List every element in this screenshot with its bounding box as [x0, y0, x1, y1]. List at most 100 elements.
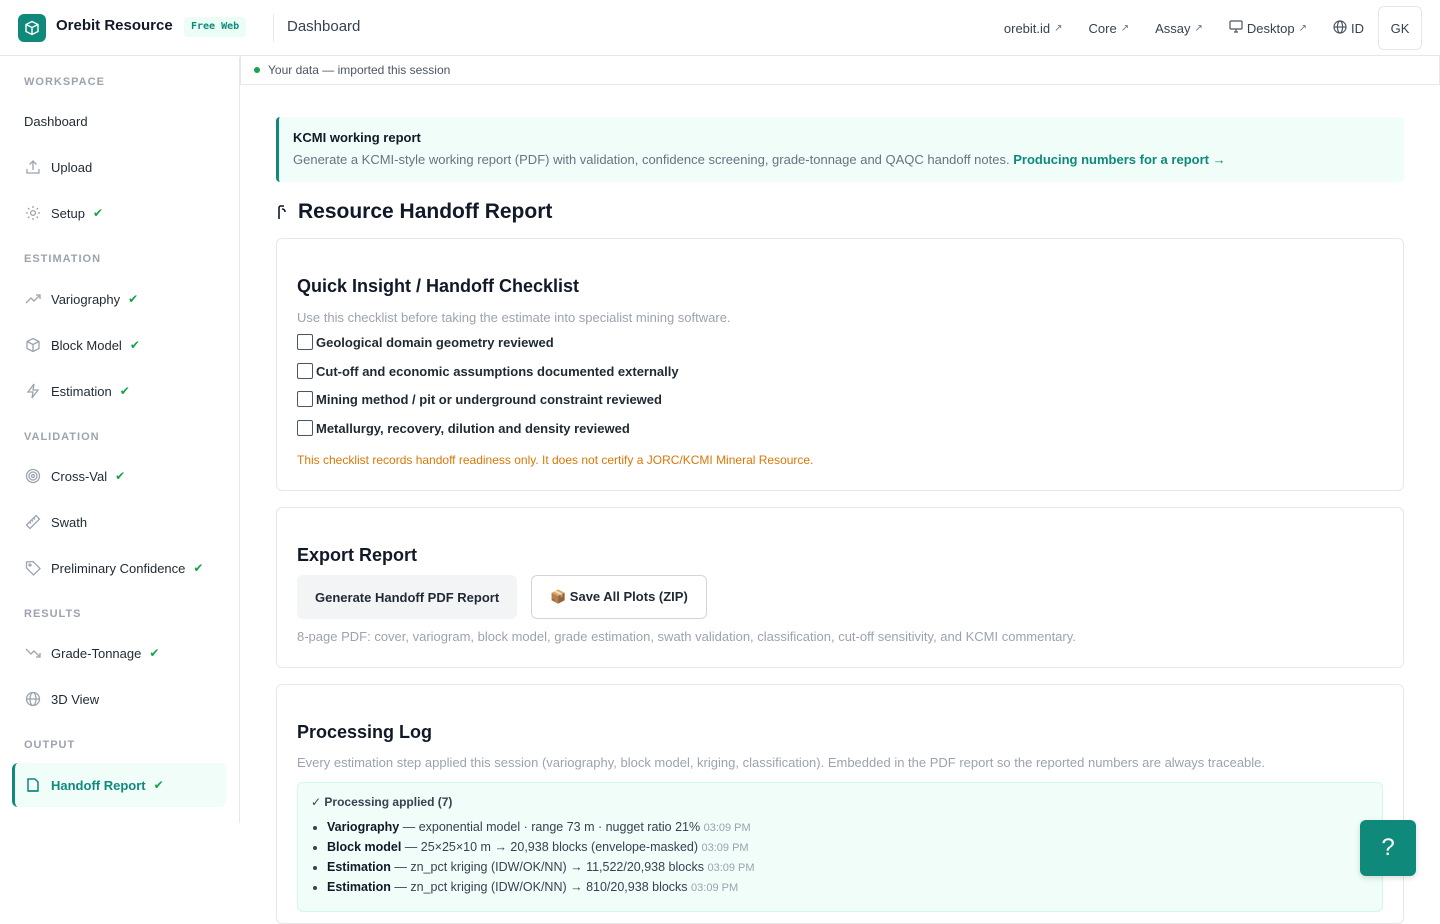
log-detail: — zn_pct kriging (IDW/OK/NN) → 810/20,93… [390, 880, 692, 894]
page-title: Resource Handoff Report [276, 200, 552, 224]
log-entry: Estimation — zn_pct kriging (IDW/OK/NN) … [327, 857, 1369, 877]
processing-log-title: Processing Log [297, 722, 433, 742]
sidebar-item-label: Estimation [51, 383, 112, 399]
sidebar-item-label: Cross-Val [51, 468, 108, 484]
help-button[interactable]: ? [1360, 820, 1416, 876]
top-bar: Orebit Resource Free Web Dashboard orebi… [0, 0, 1440, 56]
checklist-item[interactable]: Metallurgy, recovery, dilution and densi… [297, 420, 630, 436]
language-switch[interactable]: ID [1333, 19, 1364, 37]
link-orebit[interactable]: orebit.id ↗ [1004, 21, 1063, 36]
brand-name[interactable]: Orebit Resource [56, 17, 173, 34]
processing-log-list: Variography — exponential model · range … [311, 817, 1369, 897]
sidebar-item-3d-view[interactable]: 3D View [12, 678, 226, 720]
header-divider [273, 14, 274, 42]
report-title-icon [276, 203, 294, 221]
ruler-icon [24, 513, 42, 531]
sidebar-item-label: Preliminary Confidence [51, 560, 186, 576]
checklist-item-label: Mining method / pit or underground const… [316, 391, 662, 407]
export-card: Export Report Generate Handoff PDF Repor… [276, 507, 1404, 668]
log-time: 03:09 PM [691, 882, 739, 894]
checkbox[interactable] [297, 363, 313, 379]
log-step: Estimation [327, 860, 391, 874]
session-status-bar: Your data — imported this session [240, 56, 1440, 85]
log-detail: — 25×25×10 m → 20,938 blocks (envelope-m… [401, 840, 702, 854]
sidebar-item-preliminary-confidence[interactable]: Preliminary Confidence ✔ [12, 547, 226, 589]
log-detail: — exponential model · range 73 m · nugge… [399, 820, 704, 834]
sidebar-item-grade-tonnage[interactable]: Grade-Tonnage ✔ [12, 632, 226, 674]
log-time: 03:09 PM [701, 842, 749, 854]
link-label: Assay [1155, 20, 1191, 36]
callout-title: KCMI working report [293, 130, 421, 145]
sidebar-item-dashboard[interactable]: Dashboard [12, 100, 226, 142]
sidebar-item-swath[interactable]: Swath [12, 501, 226, 543]
external-link-icon: ↗ [1054, 22, 1063, 34]
globe-icon [1333, 19, 1347, 37]
check-icon: ✔ [129, 338, 140, 352]
checkbox[interactable] [297, 391, 313, 407]
user-avatar[interactable]: GK [1378, 6, 1422, 50]
sidebar-item-block-model[interactable]: Block Model ✔ [12, 324, 226, 366]
sidebar-item-label: Variography [51, 291, 121, 307]
sidebar-item-label: Block Model [51, 337, 122, 353]
sidebar-item-variography[interactable]: Variography ✔ [12, 278, 226, 320]
checklist-item[interactable]: Geological domain geometry reviewed [297, 334, 554, 350]
export-note: 8-page PDF: cover, variogram, block mode… [297, 629, 1076, 644]
info-callout: KCMI working report Generate a KCMI-styl… [276, 117, 1404, 182]
target-icon [24, 467, 42, 485]
external-link-icon: ↗ [1194, 22, 1203, 34]
sidebar-item-setup[interactable]: Setup ✔ [12, 192, 226, 234]
save-plots-zip-button[interactable]: 📦 Save All Plots (ZIP) [531, 575, 707, 619]
export-title: Export Report [297, 545, 418, 565]
sidebar-item-upload[interactable]: Upload [12, 146, 226, 188]
processing-log-subtitle: Every estimation step applied this sessi… [297, 755, 1266, 770]
sidebar-item-cross-val[interactable]: Cross-Val ✔ [12, 455, 226, 497]
gear-icon [24, 204, 42, 222]
page-breadcrumb: Dashboard [287, 18, 361, 35]
section-output: OUTPUT [24, 739, 76, 751]
log-step: Variography [327, 820, 400, 834]
check-icon: ✔ [119, 384, 130, 398]
link-core[interactable]: Core ↗ [1089, 21, 1130, 36]
callout-text: Generate a KCMI-style working report (PD… [293, 152, 1390, 167]
checklist-item[interactable]: Cut-off and economic assumptions documen… [297, 363, 679, 379]
upload-icon [24, 158, 42, 176]
language-label: ID [1351, 20, 1364, 36]
plan-badge: Free Web [184, 17, 247, 37]
link-label: orebit.id [1003, 20, 1051, 36]
cube-logo-icon[interactable] [18, 14, 46, 42]
sidebar-item-label: Setup [51, 205, 85, 221]
checkbox[interactable] [297, 334, 313, 350]
check-icon: ✔ [92, 206, 104, 220]
report-guide-link[interactable]: Producing numbers for a report → [1013, 152, 1225, 167]
check-icon: ✔ [153, 778, 164, 792]
link-label: Desktop [1246, 20, 1295, 36]
check-icon: ✔ [149, 646, 160, 660]
checklist-item[interactable]: Mining method / pit or underground const… [297, 391, 662, 407]
log-detail: — zn_pct kriging (IDW/OK/NN) → 11,522/20… [390, 860, 708, 874]
sidebar-item-handoff-report[interactable]: Handoff Report ✔ [12, 763, 226, 807]
checklist-subtitle: Use this checklist before taking the est… [297, 310, 731, 325]
sidebar-item-label: Upload [51, 159, 93, 175]
lightning-icon [24, 382, 42, 400]
trend-up-icon [24, 290, 42, 308]
status-dot [254, 67, 260, 73]
check-icon: ✔ [193, 561, 204, 575]
link-assay[interactable]: Assay ↗ [1155, 21, 1203, 36]
check-icon: ✔ [128, 292, 139, 306]
section-workspace: WORKSPACE [24, 76, 105, 88]
section-results: RESULTS [24, 608, 82, 620]
box-icon [24, 336, 42, 354]
page-title-text: Resource Handoff Report [298, 200, 553, 223]
sidebar-item-label: Dashboard [24, 113, 88, 129]
log-entry: Estimation — zn_pct kriging (IDW/OK/NN) … [327, 877, 1369, 897]
checkbox[interactable] [297, 420, 313, 436]
section-validation: VALIDATION [24, 431, 100, 443]
section-estimation: ESTIMATION [24, 253, 102, 265]
generate-pdf-button[interactable]: Generate Handoff PDF Report [297, 575, 518, 619]
sidebar-item-estimation[interactable]: Estimation ✔ [12, 370, 226, 412]
sidebar-item-label: Grade-Tonnage [51, 645, 142, 661]
processing-log-card: Processing Log Every estimation step app… [276, 684, 1404, 924]
checklist-card: Quick Insight / Handoff Checklist Use th… [276, 238, 1404, 491]
document-icon [24, 776, 42, 794]
link-desktop[interactable]: Desktop ↗ [1229, 20, 1307, 36]
